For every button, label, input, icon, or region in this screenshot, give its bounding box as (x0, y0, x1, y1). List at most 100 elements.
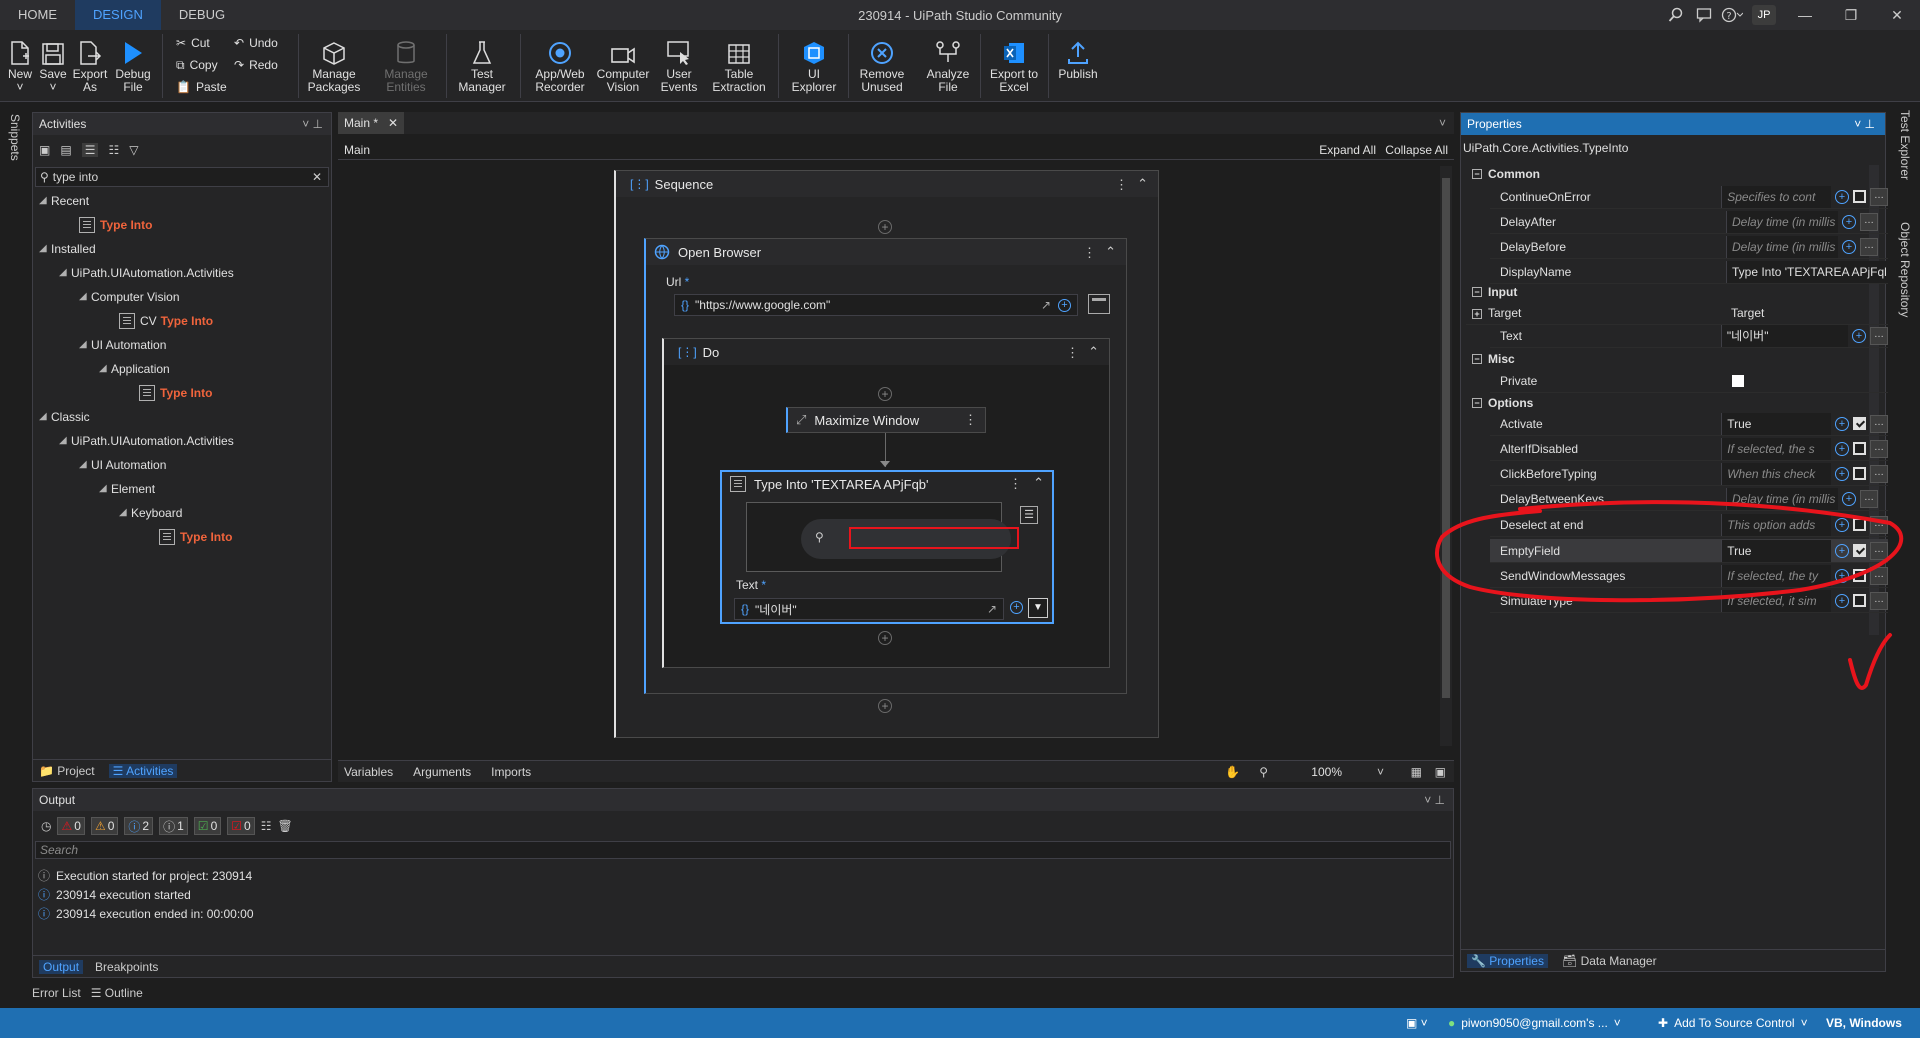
tab-design[interactable]: DESIGN (75, 0, 161, 30)
zoom-search-icon[interactable]: ⚲ (1259, 765, 1268, 779)
tree-item-keyboard-type-into[interactable]: Type Into (159, 525, 232, 549)
overview-icon[interactable]: ▣ (1435, 765, 1446, 779)
ellipsis-button[interactable]: … (1870, 187, 1888, 206)
prop-value[interactable]: Delay time (in millis (1726, 210, 1838, 233)
collapse-icon[interactable]: ⌃ (1137, 176, 1148, 192)
tree-classic[interactable]: ◢ Classic (39, 405, 90, 429)
ellipsis-button[interactable]: … (1870, 414, 1888, 433)
manage-packages-button[interactable]: Manage Packages (304, 32, 364, 100)
tree-installed[interactable]: ◢ Installed (39, 237, 96, 261)
pin-icon[interactable]: ˅ ⊥ (1424, 789, 1445, 811)
plus-icon[interactable]: + (1010, 601, 1023, 614)
tab-activities[interactable]: ☰ Activities (108, 763, 178, 778)
ellipsis-button[interactable]: … (1860, 212, 1878, 231)
add-to-source-control-button[interactable]: ✚ Add To Source Control ˅ (1658, 1016, 1808, 1030)
more-options-icon[interactable]: ⋮ (1115, 177, 1128, 193)
plus-icon[interactable]: + (1842, 239, 1856, 254)
snippets-side-tab[interactable]: Snippets (0, 110, 28, 180)
chevron-down-icon[interactable]: ˅ (1439, 116, 1446, 130)
pin-icon[interactable]: ˅ ⊥ (1854, 113, 1875, 135)
undo-button[interactable]: ↶ Undo (234, 34, 278, 52)
ellipsis-button[interactable]: … (1870, 326, 1888, 345)
avatar[interactable]: JP (1752, 5, 1776, 25)
trace-filter[interactable]: ⓘ 1 (159, 817, 188, 835)
publish-button[interactable]: Publish (1054, 32, 1102, 100)
export-as-button[interactable]: Export As (72, 32, 108, 100)
feedback-icon[interactable] (1690, 0, 1718, 30)
prop-value[interactable]: Delay time (in millis (1726, 235, 1838, 258)
private-checkbox[interactable] (1732, 374, 1744, 387)
tab-outline[interactable]: ☰ Outline (91, 986, 143, 1000)
prop-text[interactable]: Text "네이버" +… (1490, 324, 1888, 348)
fit-icon[interactable]: ▦ (1411, 765, 1422, 779)
object-repository-tab[interactable]: Object Repository (1898, 222, 1912, 317)
browser-window-icon[interactable] (1088, 294, 1110, 314)
collapse-icon[interactable]: ⌃ (1105, 244, 1116, 260)
prop-delay-before[interactable]: DelayBefore Delay time (in millis +… (1490, 235, 1888, 259)
more-options-icon[interactable]: ⋮ (1009, 476, 1022, 492)
close-icon[interactable]: ✕ (1874, 0, 1920, 30)
prop-activate[interactable]: Activate True +… (1490, 412, 1888, 436)
activities-search-input[interactable]: type into (53, 170, 98, 184)
collapse-all-link[interactable]: Collapse All (1385, 143, 1448, 157)
tab-error-list[interactable]: Error List (32, 986, 81, 1000)
sort-icon[interactable]: ☰ (81, 143, 99, 157)
imports-tab[interactable]: Imports (491, 765, 531, 779)
tab-output[interactable]: Output (39, 959, 84, 974)
collapse-icon[interactable]: ▤ (60, 143, 71, 157)
add-activity-icon[interactable]: + (878, 699, 892, 713)
tree-classic-ui-automation[interactable]: ◢ UI Automation (79, 453, 166, 477)
ui-explorer-button[interactable]: UI Explorer (784, 32, 844, 100)
zoom-level[interactable]: 100% (1311, 765, 1342, 779)
search-icon[interactable] (1662, 0, 1690, 30)
minimize-icon[interactable]: — (1782, 0, 1828, 30)
tab-project[interactable]: 📁 Project (39, 764, 95, 778)
tree-item-cv-type-into[interactable]: CV Type Into (119, 309, 213, 333)
activities-search[interactable]: ⚲ type into ✕ (35, 167, 329, 187)
cut-button[interactable]: ✂ Cut (176, 34, 210, 52)
checkbox[interactable] (1853, 442, 1866, 455)
save-button[interactable]: Save ˅ (38, 32, 68, 100)
app-web-recorder-button[interactable]: App/Web Recorder (526, 32, 594, 100)
expand-box-icon[interactable]: + (1472, 308, 1482, 319)
tree-uia-classic[interactable]: ◢ UiPath.UIAutomation.Activities (59, 429, 234, 453)
ellipsis-button[interactable]: … (1870, 464, 1888, 483)
more-options-icon[interactable]: ⋮ (1066, 345, 1079, 361)
computer-vision-button[interactable]: Computer Vision (594, 32, 652, 100)
hand-tool-icon[interactable]: ✋ (1225, 765, 1240, 779)
clock-icon[interactable]: ◷ (41, 819, 51, 833)
tab-properties[interactable]: 🔧 Properties (1467, 953, 1548, 968)
plus-icon[interactable]: + (1058, 298, 1071, 312)
tree-uia-installed[interactable]: ◢ UiPath.UIAutomation.Activities (59, 261, 234, 285)
debug-file-button[interactable]: Debug File (112, 32, 154, 100)
tab-home[interactable]: HOME (0, 0, 75, 30)
user-events-button[interactable]: User Events (654, 32, 704, 100)
tree-recent[interactable]: ◢ Recent (39, 189, 89, 213)
plus-icon[interactable]: + (1842, 214, 1856, 229)
tree-item-app-type-into[interactable]: Type Into (139, 381, 212, 405)
test-explorer-tab[interactable]: Test Explorer (1898, 110, 1912, 180)
restore-icon[interactable]: ❐ (1828, 0, 1874, 30)
table-extraction-button[interactable]: Table Extraction (708, 32, 770, 100)
target-screenshot[interactable]: ⚲ (746, 502, 1019, 572)
url-input[interactable]: {} "https://www.google.com" ↗ + (674, 294, 1078, 316)
category-common[interactable]: − Common (1466, 163, 1886, 185)
expand-editor-icon[interactable]: ↗ (987, 602, 997, 616)
filter-icon[interactable]: ▽ (129, 143, 138, 157)
plus-icon[interactable]: + (1835, 466, 1849, 481)
output-search-input[interactable]: Search (35, 841, 1451, 859)
add-activity-icon[interactable]: + (878, 631, 892, 645)
checkbox[interactable] (1853, 467, 1866, 480)
new-button[interactable]: New ˅ (6, 32, 34, 100)
category-input[interactable]: − Input (1466, 281, 1886, 303)
test-manager-button[interactable]: Test Manager (452, 32, 512, 100)
export-to-excel-button[interactable]: Export to Excel (986, 32, 1042, 100)
notification-icon[interactable]: ▣ ˅ (1406, 1016, 1428, 1030)
tree-item-recent-type-into[interactable]: Type Into (79, 213, 152, 237)
prop-click-before-typing[interactable]: ClickBeforeTyping When this check +… (1490, 462, 1888, 486)
expand-editor-icon[interactable]: ↗ (1041, 298, 1051, 312)
copy-button[interactable]: ⧉ Copy (176, 56, 218, 74)
prop-value[interactable]: Type Into 'TEXTAREA APjFqb' (1726, 260, 1886, 283)
tree-computer-vision[interactable]: ◢ Computer Vision (79, 285, 180, 309)
text-input[interactable]: {} "네이버" ↗ (734, 598, 1004, 620)
